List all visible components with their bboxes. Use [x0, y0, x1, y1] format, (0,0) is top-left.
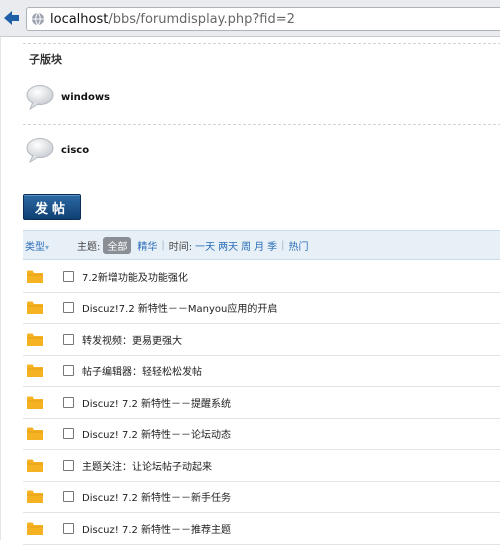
- thread-checkbox[interactable]: [63, 333, 74, 345]
- thread-title[interactable]: Discuz! 7.2 新特性－－推荐主题: [82, 521, 231, 536]
- type-dropdown[interactable]: 类型▾: [25, 238, 49, 253]
- time-label: 时间:: [168, 241, 193, 253]
- filter-time-day[interactable]: 一天: [195, 238, 215, 253]
- subforum-section-title: 子版块: [29, 53, 62, 66]
- folder-icon: [27, 364, 43, 378]
- thread-checkbox[interactable]: [63, 270, 74, 282]
- thread-filter-bar: 类型▾ 主题: 全部 精华 | 时间: 一天 两天 周 月 季 | 热门: [23, 230, 500, 260]
- thread-list: 7.2新增功能及功能强化 Discuz!7.2 新特性－－Manyou应用的开启…: [23, 261, 500, 545]
- subforum-name: windows: [61, 91, 111, 103]
- table-row: 转发视频：更易更强大: [23, 324, 500, 356]
- separator: |: [161, 239, 165, 251]
- folder-icon: [27, 396, 43, 409]
- subforum-item-cisco[interactable]: cisco: [25, 137, 89, 163]
- globe-icon: [32, 12, 44, 26]
- speech-bubble-icon: [26, 138, 54, 163]
- table-row: Discuz! 7.2 新特性－－论坛动态: [23, 419, 500, 450]
- table-row: 帖子编辑器：轻轻松松发帖: [23, 356, 500, 387]
- url-path: /bbs/forumdisplay.php?fid=2: [108, 11, 295, 27]
- thread-title[interactable]: Discuz!7.2 新特性－－Manyou应用的开启: [82, 300, 277, 315]
- thread-title[interactable]: 7.2新增功能及功能强化: [82, 269, 188, 284]
- thread-title[interactable]: 转发视频：更易更强大: [82, 332, 182, 347]
- folder-icon: [27, 522, 43, 535]
- subforum-item-windows[interactable]: windows: [25, 84, 110, 110]
- folder-icon: [27, 459, 43, 472]
- type-label: 类型: [25, 241, 45, 253]
- thread-checkbox[interactable]: [63, 491, 74, 503]
- folder-icon: [27, 333, 43, 346]
- folder-icon: [27, 490, 43, 504]
- divider: [23, 43, 500, 44]
- topic-label: 主题:: [77, 241, 101, 253]
- filter-all[interactable]: 全部: [103, 236, 132, 254]
- browser-toolbar: localhost/bbs/forumdisplay.php?fid=2: [0, 0, 500, 37]
- url-host: localhost: [50, 11, 109, 27]
- thread-title[interactable]: 帖子编辑器：轻轻松松发帖: [82, 363, 202, 378]
- folder-icon: [27, 427, 43, 441]
- thread-checkbox[interactable]: [63, 396, 74, 408]
- table-row: 主题关注：让论坛帖子动起来: [23, 450, 500, 482]
- new-post-button[interactable]: 发帖: [23, 194, 81, 220]
- filter-time-two-days[interactable]: 两天: [218, 238, 238, 253]
- thread-checkbox[interactable]: [63, 365, 74, 377]
- address-bar[interactable]: localhost/bbs/forumdisplay.php?fid=2: [26, 7, 500, 31]
- thread-title[interactable]: 主题关注：让论坛帖子动起来: [82, 458, 212, 473]
- folder-icon: [27, 301, 43, 315]
- chevron-down-icon: ▾: [45, 242, 50, 252]
- thread-title[interactable]: Discuz! 7.2 新特性－－新手任务: [82, 489, 231, 504]
- thread-checkbox[interactable]: [63, 428, 74, 440]
- thread-title[interactable]: Discuz! 7.2 新特性－－论坛动态: [82, 426, 231, 441]
- filter-hot[interactable]: 热门: [289, 238, 309, 253]
- thread-checkbox[interactable]: [63, 522, 74, 534]
- thread-checkbox[interactable]: [63, 459, 74, 471]
- speech-bubble-icon: [26, 85, 54, 110]
- table-row: Discuz! 7.2 新特性－－新手任务: [23, 482, 500, 513]
- back-arrow-icon[interactable]: [2, 8, 20, 28]
- table-row: 7.2新增功能及功能强化: [23, 261, 500, 293]
- table-row: Discuz!7.2 新特性－－Manyou应用的开启: [23, 293, 500, 324]
- separator: |: [281, 239, 285, 251]
- subforum-name: cisco: [61, 144, 90, 156]
- forum-page: 子版块 windows cisco 发帖 类型▾ 主题: 全部 精华 | 时间:…: [0, 37, 500, 545]
- thread-title[interactable]: Discuz! 7.2 新特性－－提醒系统: [82, 395, 231, 410]
- filter-time-week[interactable]: 周: [241, 238, 251, 253]
- filter-digest[interactable]: 精华: [137, 238, 157, 253]
- filter-time-quarter[interactable]: 季: [267, 238, 277, 253]
- table-row: Discuz! 7.2 新特性－－提醒系统: [23, 387, 500, 419]
- divider: [23, 124, 500, 125]
- filter-time-month[interactable]: 月: [254, 238, 264, 253]
- thread-checkbox[interactable]: [63, 302, 74, 314]
- folder-icon: [27, 270, 43, 283]
